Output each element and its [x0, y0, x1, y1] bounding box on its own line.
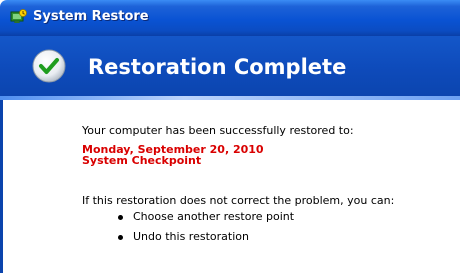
system-restore-icon — [10, 9, 27, 23]
window-titlebar[interactable]: System Restore — [0, 0, 460, 36]
window-title: System Restore — [33, 9, 149, 24]
bullet-dot — [118, 235, 123, 240]
window-left-border — [0, 100, 3, 273]
option-undo-restoration: Undo this restoration — [133, 230, 249, 243]
bullet-dot — [118, 215, 123, 220]
success-message: Your computer has been successfully rest… — [82, 124, 354, 137]
checkmark-icon — [32, 49, 66, 83]
page-title: Restoration Complete — [88, 55, 347, 79]
options-message: If this restoration does not correct the… — [82, 194, 395, 207]
option-choose-another-restore-point: Choose another restore point — [133, 210, 295, 223]
restore-point-name: System Checkpoint — [82, 154, 202, 167]
